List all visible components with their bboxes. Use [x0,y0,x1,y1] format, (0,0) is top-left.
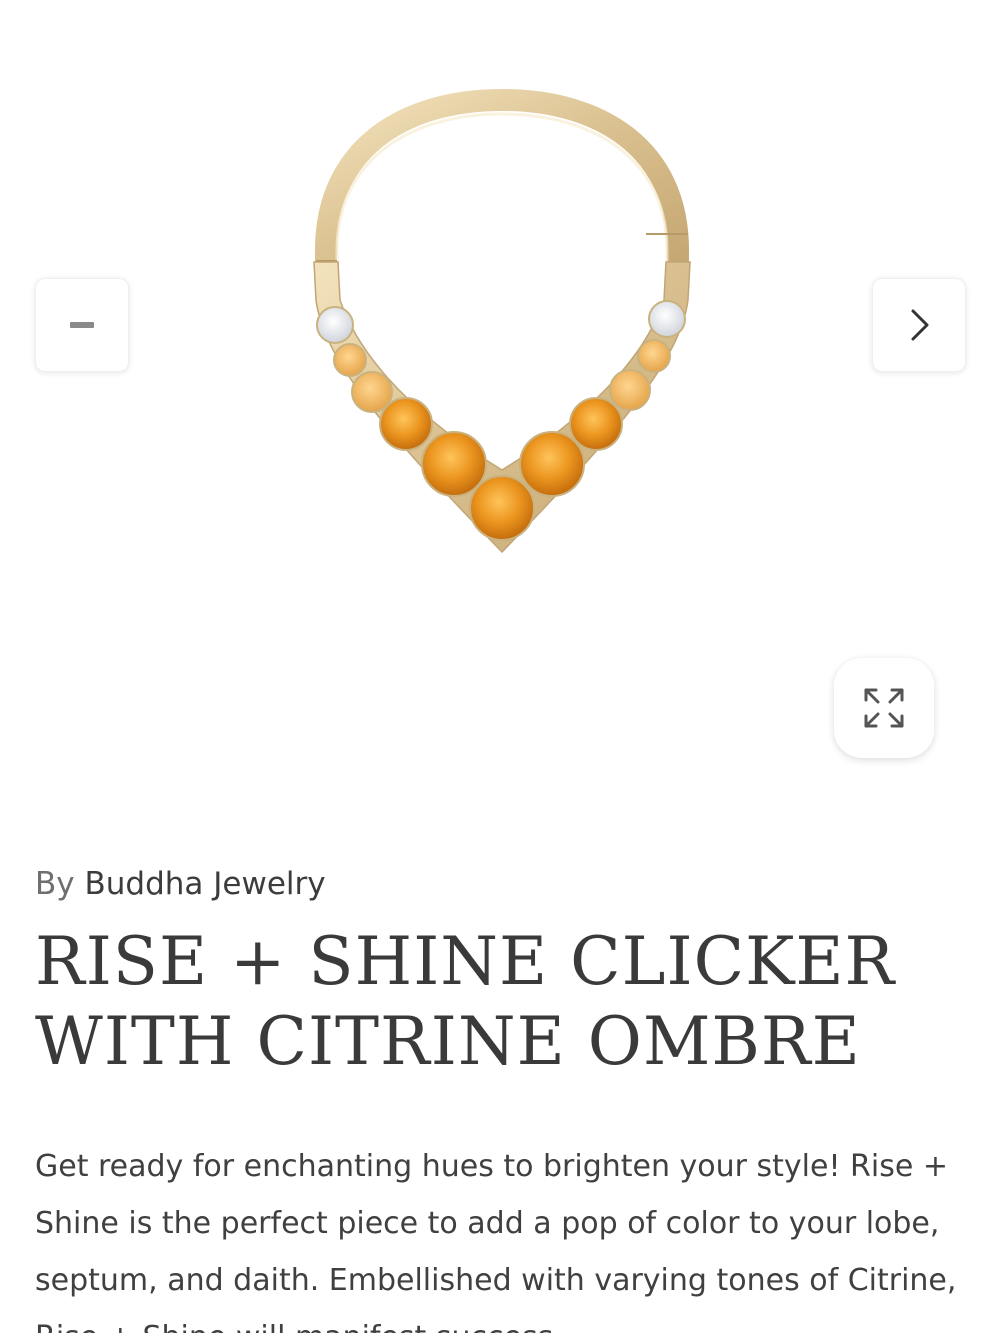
vendor-name-link[interactable]: Buddha Jewelry [84,866,325,902]
product-description: Get ready for enchanting hues to brighte… [35,1149,957,1333]
previous-image-button[interactable] [35,278,129,372]
product-page: By Buddha Jewelry RISE + SHINE CLICKER W… [0,0,1000,1333]
product-title: RISE + SHINE CLICKER WITH CITRINE OMBRE [35,923,896,1080]
zoom-image-button[interactable] [834,658,934,758]
product-gallery [0,0,1000,800]
product-image [313,88,691,554]
product-vendor: By Buddha Jewelry [35,864,326,904]
expand-icon [864,688,904,728]
vendor-prefix: By [35,866,75,902]
next-image-button[interactable] [872,278,966,372]
chevron-right-icon [911,309,929,341]
minus-icon [70,322,94,328]
